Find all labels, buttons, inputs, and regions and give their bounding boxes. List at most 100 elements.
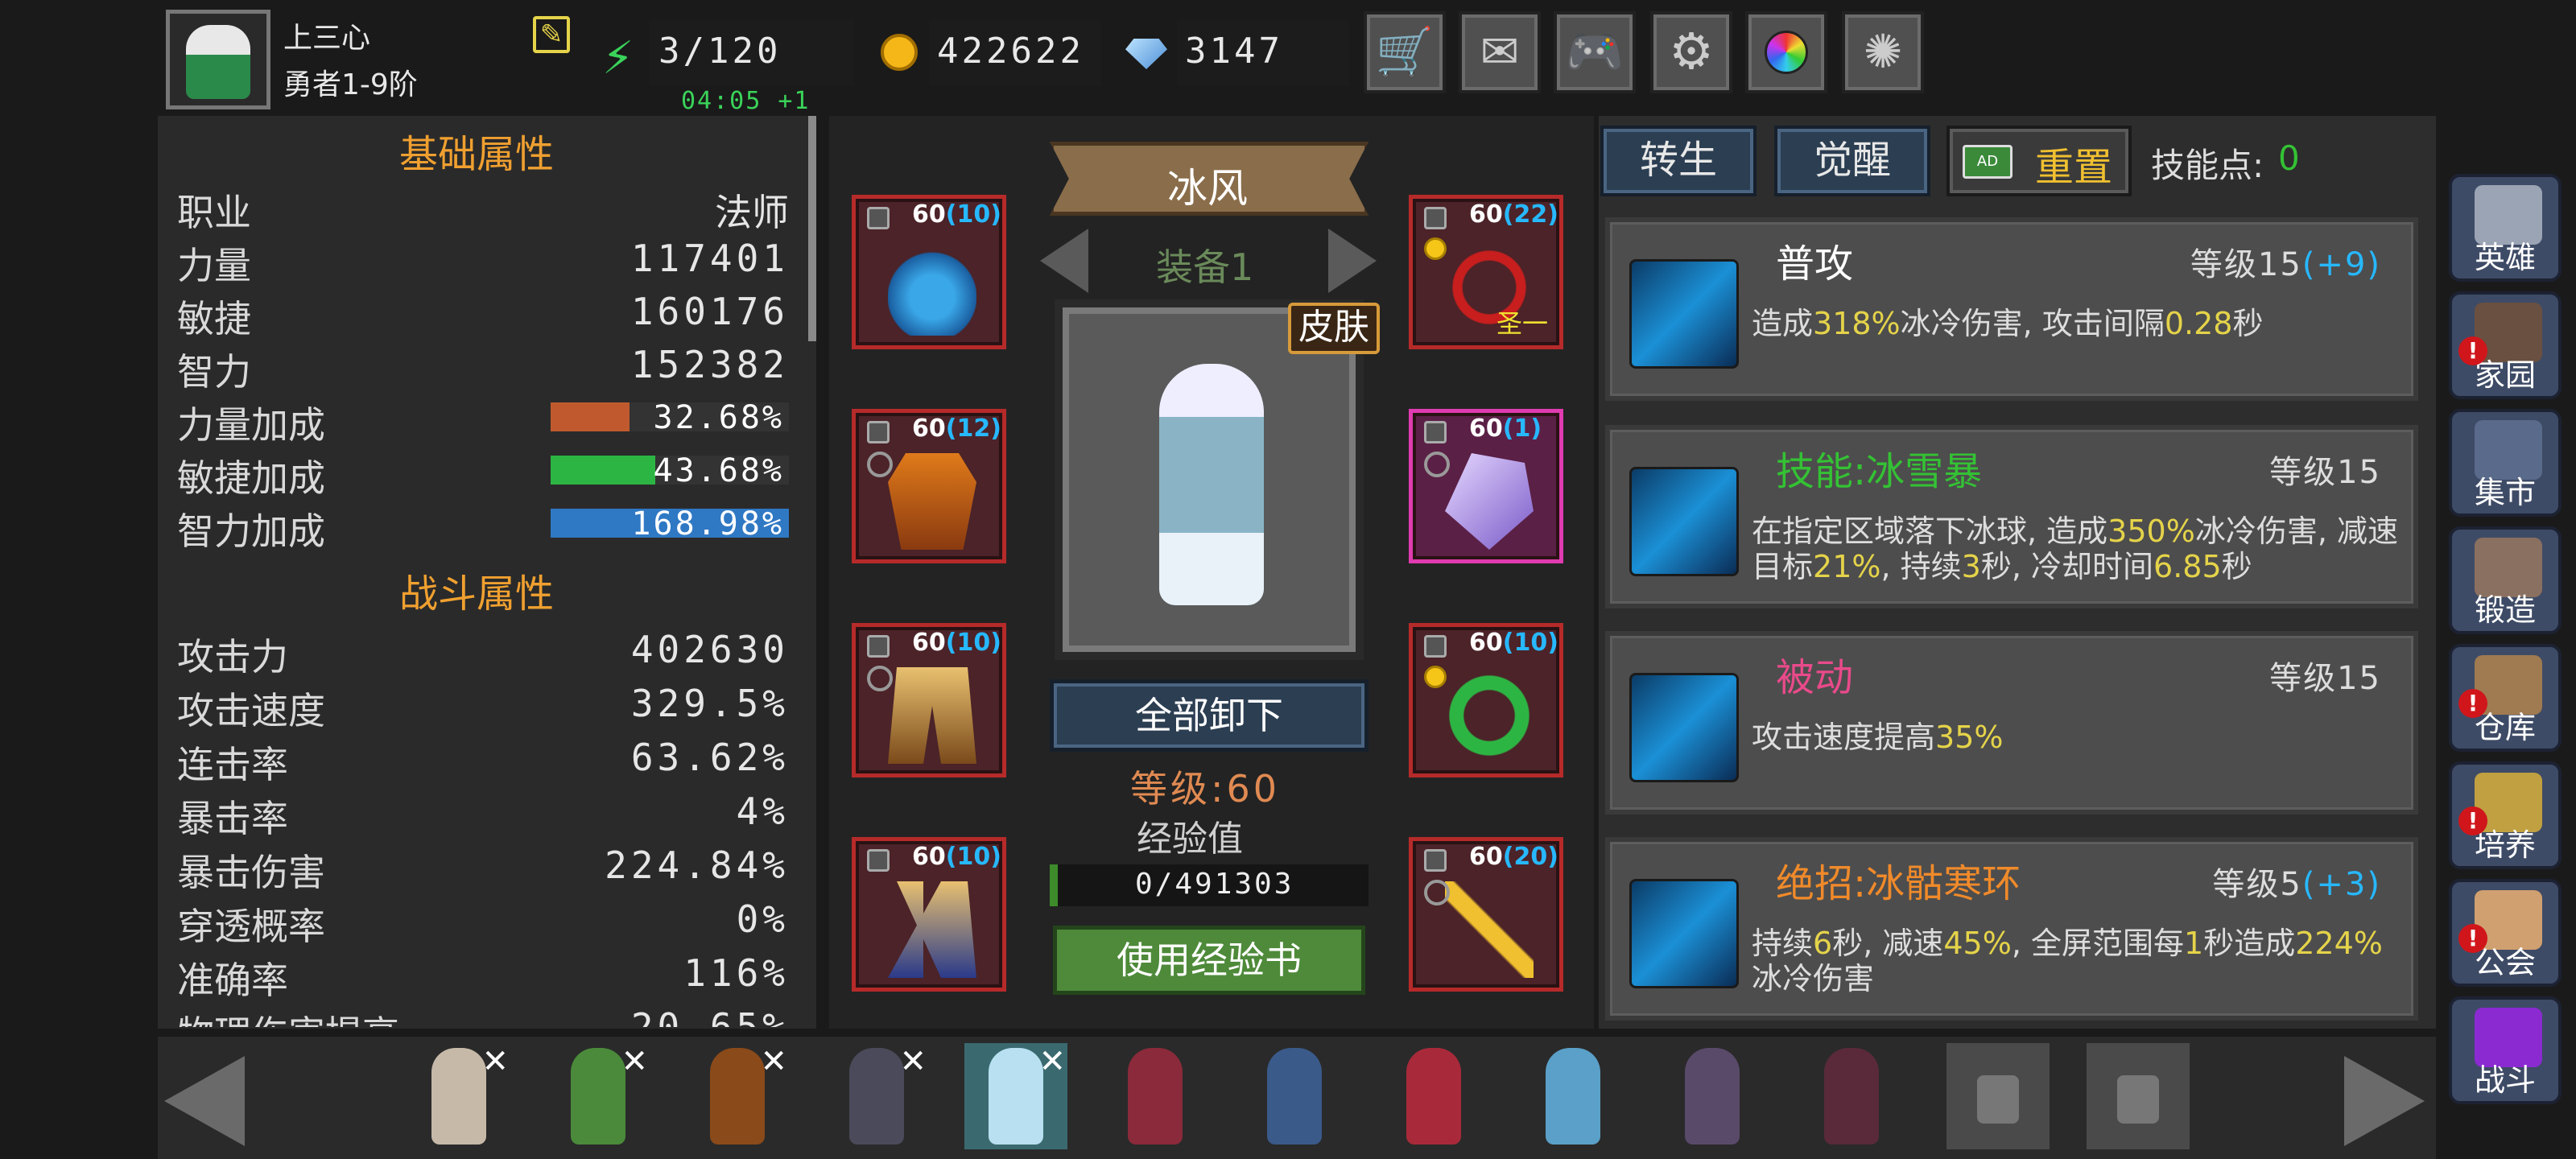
stat-label: 暴击率 bbox=[177, 797, 288, 840]
settings-button[interactable]: ⚙ bbox=[1650, 11, 1732, 93]
gem-value: 3147 bbox=[1185, 31, 1283, 72]
skill-desc-part: 318% bbox=[1813, 306, 1901, 341]
roster-hero[interactable]: ✕ bbox=[407, 1043, 510, 1149]
equipment-slot[interactable]: 60(12) bbox=[852, 409, 1006, 563]
alert-icon: ! bbox=[2458, 806, 2487, 835]
shop-button[interactable]: 🛒 bbox=[1364, 11, 1446, 93]
skill-description: 攻击速度提高35% bbox=[1752, 720, 2412, 755]
roster-locked-slot[interactable] bbox=[2087, 1043, 2190, 1149]
skill-desc-part: 1 bbox=[2184, 926, 2204, 961]
roster-next-arrow[interactable] bbox=[2344, 1056, 2425, 1146]
gamepad-button[interactable]: 🎮 bbox=[1554, 11, 1636, 93]
prev-set-arrow[interactable] bbox=[1040, 229, 1088, 293]
stat-label: 攻击速度 bbox=[177, 689, 325, 732]
hero-sprite bbox=[1128, 1048, 1183, 1145]
stat-label: 敏捷加成 bbox=[177, 456, 325, 500]
close-icon[interactable]: ✕ bbox=[481, 1043, 509, 1080]
side-menu-market[interactable]: 集市 bbox=[2449, 409, 2562, 517]
side-menu-chest[interactable]: 仓库! bbox=[2449, 644, 2562, 752]
side-menu-portal[interactable]: 战斗 bbox=[2449, 996, 2562, 1104]
slot-level: 60(22) bbox=[1469, 200, 1558, 229]
stat-row: 准确率 116% bbox=[177, 948, 789, 1002]
equipment-slot[interactable]: 60(1) bbox=[1409, 409, 1563, 563]
unequip-all-button[interactable]: 全部卸下 bbox=[1050, 679, 1368, 752]
skin-button[interactable]: 皮肤 bbox=[1288, 303, 1380, 354]
stat-row: 智力 152382 bbox=[177, 340, 789, 394]
gold-icon bbox=[881, 34, 918, 71]
skill-description: 造成318%冰冷伤害, 攻击间隔0.28秒 bbox=[1752, 306, 2412, 341]
slot-level-bonus: (12) bbox=[945, 415, 1001, 443]
side-menu-guild[interactable]: 公会! bbox=[2449, 879, 2562, 987]
skill-level-text: 等级15 bbox=[2269, 454, 2381, 491]
roster-hero[interactable] bbox=[1661, 1043, 1764, 1149]
next-set-arrow[interactable] bbox=[1328, 229, 1377, 293]
slot-level: 60(10) bbox=[912, 843, 1001, 871]
skill-points-label: 技能点: bbox=[2151, 146, 2264, 185]
color-wheel-button[interactable] bbox=[1745, 11, 1827, 93]
stat-row: 攻击速度 329.5% bbox=[177, 678, 789, 732]
roster-hero[interactable] bbox=[1521, 1043, 1624, 1149]
skill-card[interactable]: 技能:冰雪暴 等级15 在指定区域落下冰球, 造成350%冰冷伤害, 减速目标21%… bbox=[1605, 425, 2418, 608]
alert-icon: ! bbox=[2458, 336, 2487, 365]
slot-level-value: 60 bbox=[912, 843, 946, 871]
roster-hero[interactable]: ✕ bbox=[825, 1043, 928, 1149]
reset-skills-button[interactable]: AD 重置 bbox=[1946, 126, 2132, 196]
equipment-slot[interactable]: 60(20) bbox=[1409, 837, 1563, 992]
gamepad-icon: 🎮 bbox=[1565, 24, 1624, 79]
tab-rebirth[interactable]: 转生 bbox=[1600, 126, 1757, 196]
color-wheel-icon bbox=[1765, 31, 1808, 74]
roster-hero[interactable]: ✕ bbox=[547, 1043, 650, 1149]
ice-spear-icon bbox=[1629, 673, 1739, 782]
side-menu-label: 战斗 bbox=[2474, 1062, 2536, 1098]
roster-hero[interactable]: ✕ bbox=[964, 1043, 1067, 1149]
hero-name: 冰风 bbox=[1167, 165, 1248, 212]
side-menu-trophy[interactable]: 培养! bbox=[2449, 761, 2562, 869]
skill-desc-part: 45% bbox=[1943, 926, 2012, 961]
equipment-slot[interactable]: 60(10) bbox=[1409, 623, 1563, 777]
lock-icon bbox=[1424, 635, 1447, 658]
slot-level-value: 60 bbox=[1469, 843, 1503, 871]
roster-hero[interactable] bbox=[1382, 1043, 1485, 1149]
roster-hero[interactable] bbox=[1104, 1043, 1207, 1149]
skill-level: 等级5(+3) bbox=[2212, 858, 2381, 905]
firework-button[interactable]: ✺ bbox=[1842, 11, 1924, 93]
skill-card[interactable]: 绝招:冰骷寒环 等级5(+3) 持续6秒, 减速45%, 全屏范围每1秒造成224%… bbox=[1605, 837, 2418, 1021]
equipment-slot[interactable]: 60(10) bbox=[852, 837, 1006, 992]
skill-card[interactable]: 普攻 等级15(+9) 造成318%冰冷伤害, 攻击间隔0.28秒 bbox=[1605, 217, 2418, 401]
close-icon[interactable]: ✕ bbox=[621, 1043, 648, 1080]
roster-prev-arrow[interactable] bbox=[164, 1056, 245, 1146]
equipment-slot[interactable]: 60(10) bbox=[852, 195, 1006, 349]
side-menu-castle[interactable]: 家园! bbox=[2449, 291, 2562, 399]
roster-hero[interactable] bbox=[1243, 1043, 1346, 1149]
roster-hero[interactable] bbox=[1800, 1043, 1903, 1149]
equipment-slot[interactable]: 60(22) 圣一 bbox=[1409, 195, 1563, 349]
stat-row: 物理伤害提高 20.65% bbox=[177, 1002, 789, 1027]
bonus-value: 43.68% bbox=[653, 452, 784, 489]
side-menu-anvil[interactable]: 锻造 bbox=[2449, 526, 2562, 634]
skill-desc-part: 21% bbox=[1813, 549, 1881, 584]
roster-locked-slot[interactable] bbox=[1946, 1043, 2050, 1149]
use-exp-book-button[interactable]: 使用经验书 bbox=[1053, 926, 1365, 995]
stat-value: 224.84% bbox=[605, 843, 789, 887]
side-menu-helmet[interactable]: 英雄 bbox=[2449, 174, 2562, 282]
roster-hero[interactable]: ✕ bbox=[686, 1043, 789, 1149]
tab-awaken[interactable]: 觉醒 bbox=[1774, 126, 1930, 196]
skill-desc-part: 224% bbox=[2295, 926, 2383, 961]
gear-icon: ⚙ bbox=[1669, 22, 1714, 80]
stat-value: 152382 bbox=[630, 343, 789, 386]
close-icon[interactable]: ✕ bbox=[1038, 1043, 1066, 1080]
close-icon[interactable]: ✕ bbox=[899, 1043, 927, 1080]
side-menu-label: 英雄 bbox=[2474, 240, 2536, 275]
skill-desc-part: 攻击速度提高 bbox=[1752, 720, 1936, 755]
skill-name: 技能:冰雪暴 bbox=[1776, 449, 1983, 494]
side-menu-label: 锻造 bbox=[2474, 592, 2536, 628]
equipment-slot[interactable]: 60(10) bbox=[852, 623, 1006, 777]
skill-desc-part: 秒, 冷却时间 bbox=[1980, 549, 2154, 584]
close-icon[interactable]: ✕ bbox=[760, 1043, 787, 1080]
slot-level-bonus: (22) bbox=[1502, 200, 1558, 229]
bonus-bar-fill bbox=[551, 402, 630, 431]
skill-card[interactable]: 被动 等级15 攻击速度提高35% bbox=[1605, 631, 2418, 815]
ad-video-icon: AD bbox=[1963, 145, 2013, 179]
mail-button[interactable]: ✉ bbox=[1459, 11, 1541, 93]
skill-desc-part: 3 bbox=[1961, 549, 1981, 584]
